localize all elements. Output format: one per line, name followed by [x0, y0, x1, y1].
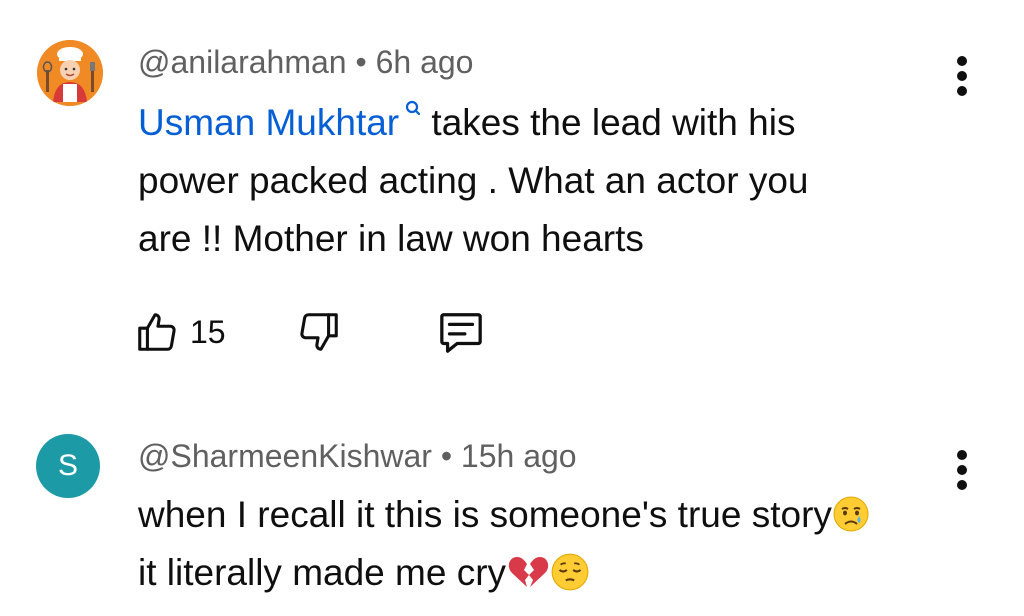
comment-item: @anilarahman • 6h ago Usman Mukhtar take… [0, 0, 1024, 400]
meta-separator: • [440, 438, 453, 474]
comment-line: it literally made me cry [138, 544, 870, 602]
dislike-button[interactable] [296, 306, 342, 358]
comment-line-text: takes the lead with his [431, 102, 796, 143]
comment-author[interactable]: @anilarahman [138, 44, 347, 80]
more-dot-icon [957, 480, 967, 490]
search-icon [406, 100, 421, 116]
user-avatar[interactable] [37, 40, 103, 106]
crying-face-icon [833, 496, 869, 532]
reply-button[interactable] [436, 306, 486, 358]
comment-line-text: when I recall it this is someone's true … [138, 494, 832, 535]
broken-heart-icon [508, 557, 549, 588]
comment-line: power packed acting . What an actor you [138, 160, 809, 201]
comment-line-text: it literally made me cry [138, 552, 507, 593]
like-count: 15 [190, 313, 226, 350]
comment-meta: @anilarahman • 6h ago [138, 44, 473, 81]
more-options-button[interactable] [952, 450, 972, 495]
more-options-button[interactable] [952, 56, 972, 101]
user-avatar[interactable]: S [36, 434, 100, 498]
comment-reply-icon [440, 313, 482, 353]
meta-separator: • [355, 44, 367, 80]
comment-text: when I recall it this is someone's true … [138, 486, 870, 602]
avatar-letter: S [57, 449, 78, 482]
comment-time[interactable]: 6h ago [376, 44, 474, 80]
mention-label: Usman Mukhtar [138, 102, 400, 143]
comment-item: S @SharmeenKishwar • 15h ago when I reca… [0, 400, 1024, 616]
comment-time[interactable]: 15h ago [461, 438, 577, 474]
comment-line: Usman Mukhtar takes the lead with his [138, 94, 808, 152]
comment-actions: 15 [134, 306, 534, 358]
comment-line: are !! Mother in law won hearts [138, 218, 644, 259]
comment-meta: @SharmeenKishwar • 15h ago [138, 438, 577, 475]
comment-author[interactable]: @SharmeenKishwar [138, 438, 432, 474]
thumbs-down-icon [300, 313, 338, 351]
more-dot-icon [957, 450, 967, 460]
more-dot-icon [957, 56, 967, 66]
mention-link[interactable]: Usman Mukhtar [138, 100, 421, 143]
thumbs-up-icon [138, 313, 176, 351]
more-dot-icon [957, 465, 967, 475]
chef-avatar-icon [37, 40, 103, 106]
comment-line: when I recall it this is someone's true … [138, 486, 870, 544]
comment-text: Usman Mukhtar takes the lead with his po… [138, 94, 808, 268]
more-dot-icon [957, 86, 967, 96]
pensive-face-icon [551, 553, 589, 591]
more-dot-icon [957, 71, 967, 81]
like-button[interactable]: 15 [134, 306, 226, 358]
